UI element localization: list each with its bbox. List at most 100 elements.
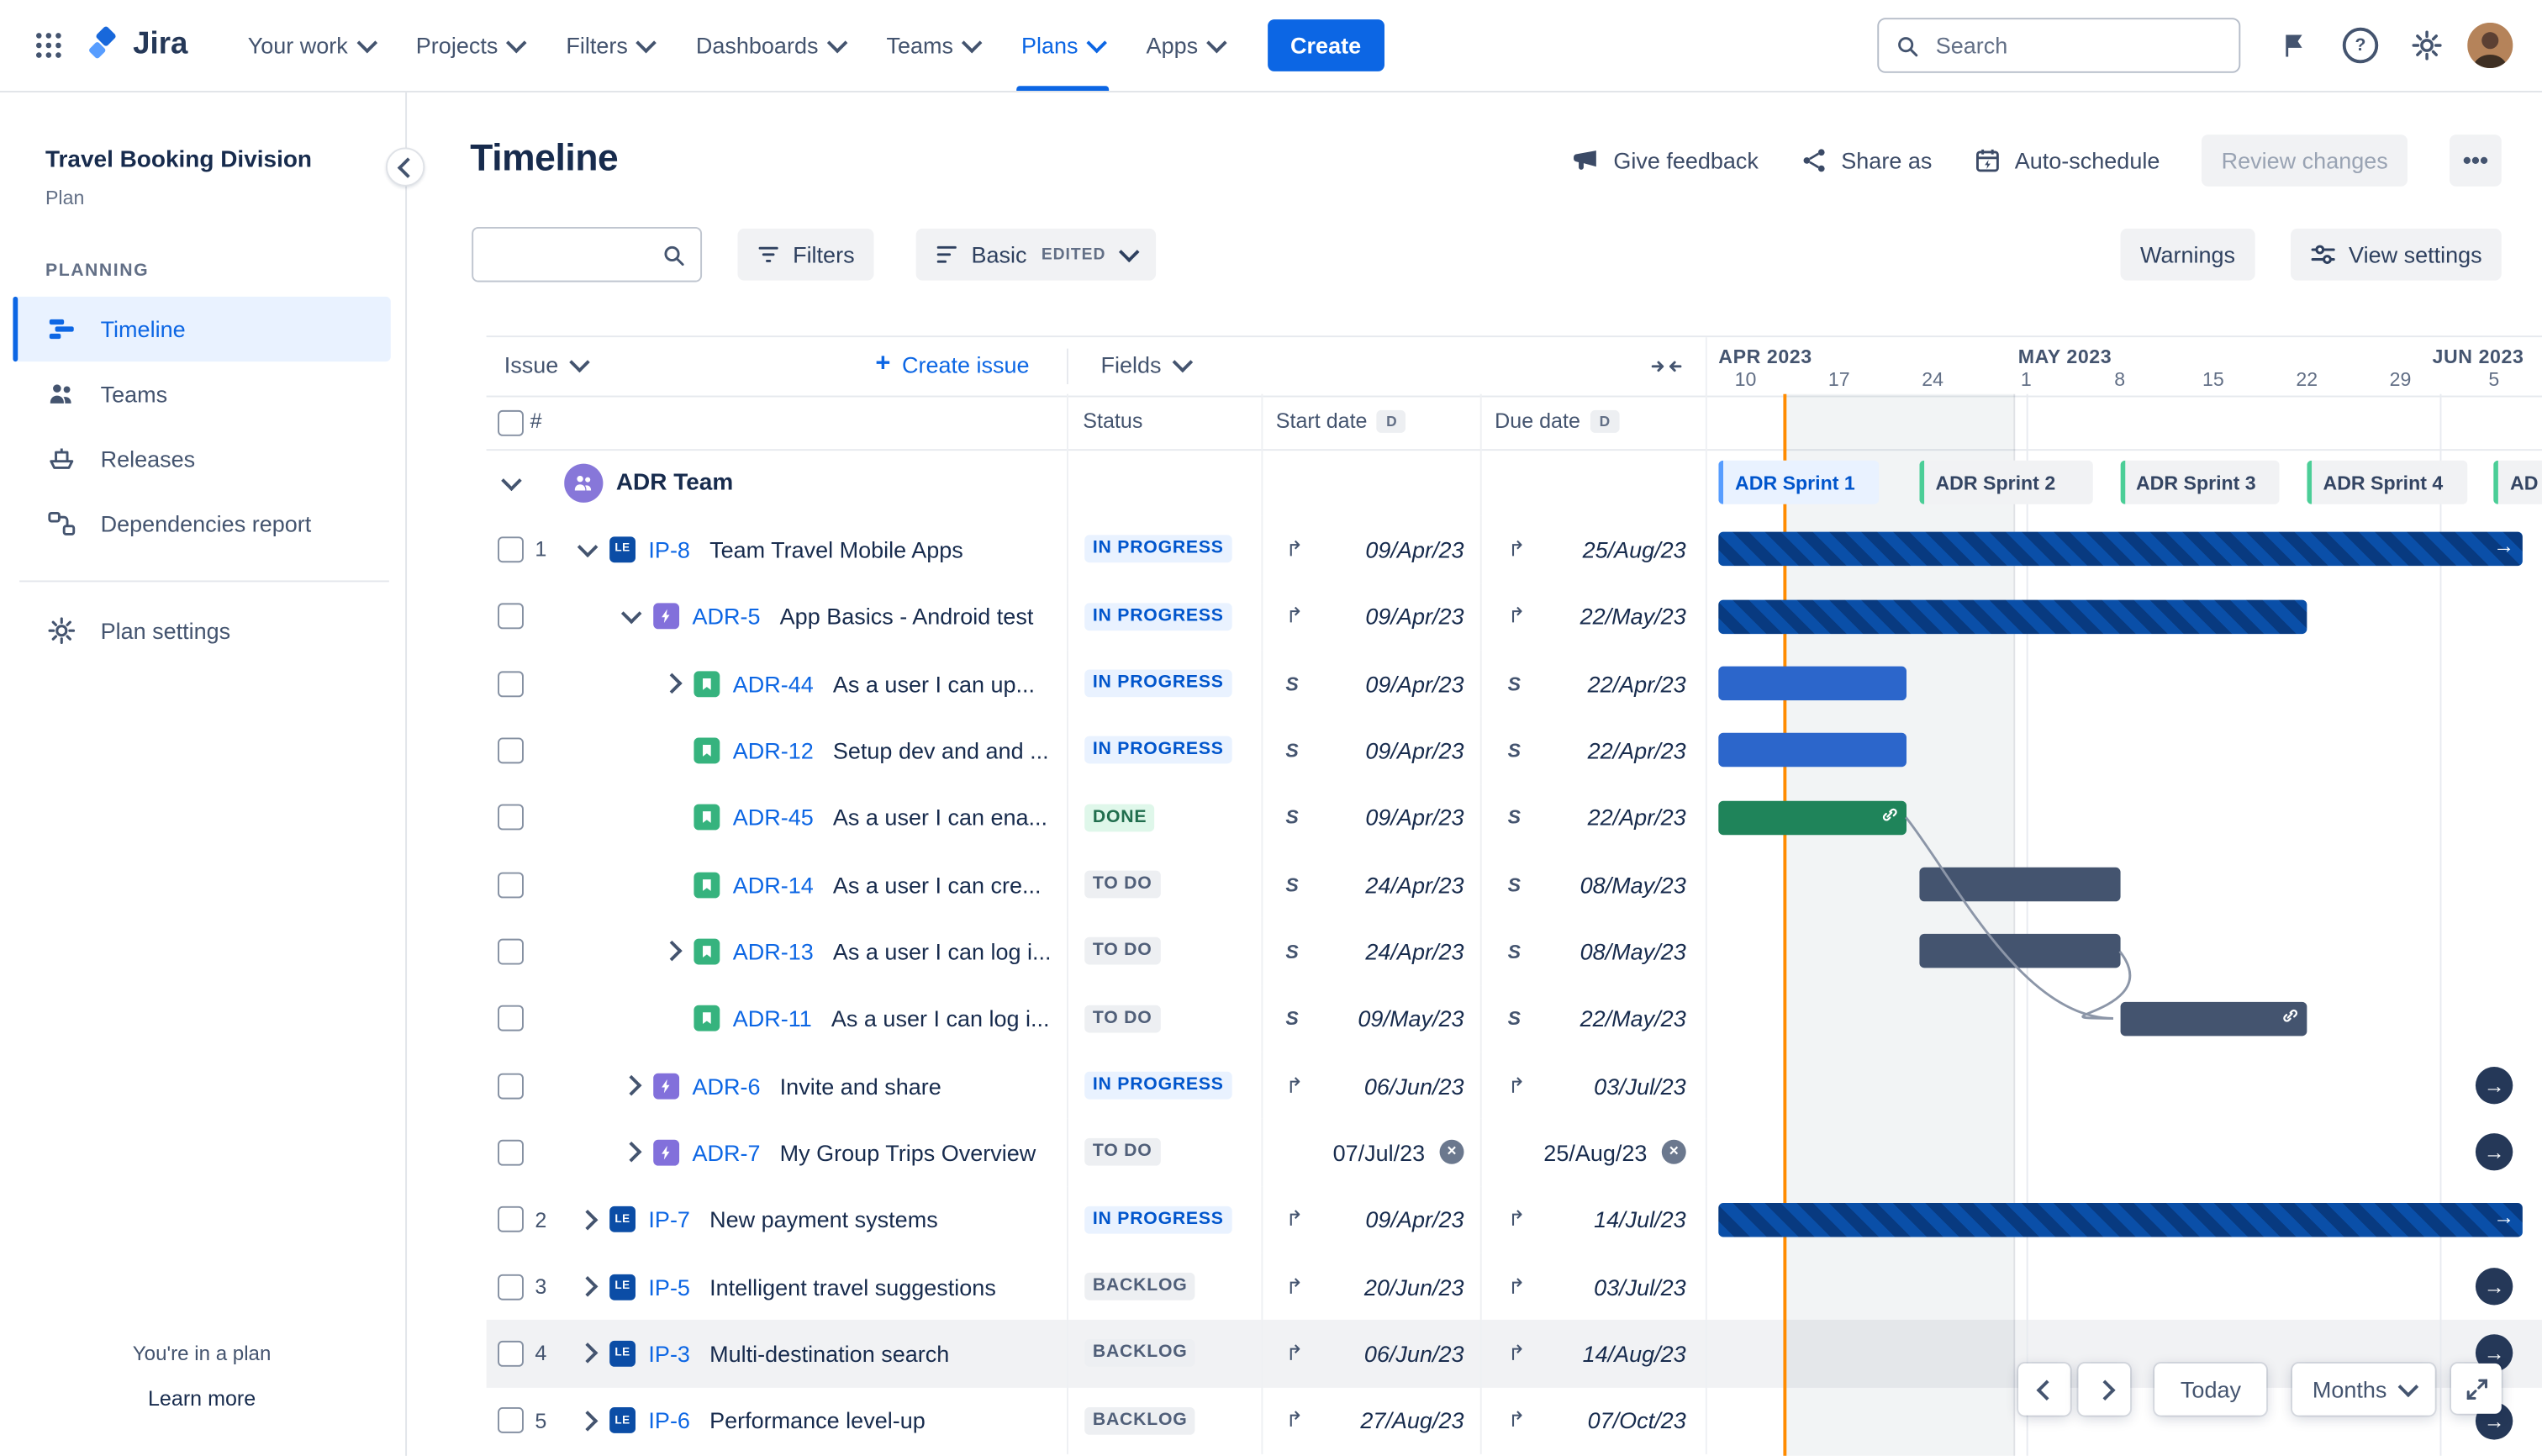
view-settings-button[interactable]: View settings [2290, 228, 2502, 281]
status-badge[interactable]: BACKLOG [1084, 1406, 1196, 1435]
search-input[interactable] [1932, 30, 2223, 61]
row-checkbox[interactable] [498, 1139, 524, 1166]
timeline-prev-button[interactable] [2018, 1363, 2070, 1416]
sprint-chip[interactable]: ADR Sprint 1 [1718, 460, 1880, 504]
scroll-to-bar-button[interactable]: → [2475, 1066, 2513, 1105]
gantt-bar-ip-7[interactable]: → [1718, 1202, 2523, 1237]
settings-gear-icon[interactable] [2401, 19, 2453, 71]
sprint-chip[interactable]: AD [2493, 460, 2542, 504]
issue-key-link[interactable]: ADR-14 [733, 872, 814, 898]
gantt-bar-adr-14[interactable] [1919, 867, 2120, 902]
status-badge[interactable]: IN PROGRESS [1084, 535, 1232, 564]
expander-collapsed-icon[interactable] [574, 1274, 600, 1300]
issue-key-link[interactable]: ADR-12 [733, 737, 814, 763]
nav-item-plans[interactable]: Plans [1000, 0, 1126, 91]
view-mode-button[interactable]: Basic EDITED [915, 228, 1157, 281]
gantt-bar-adr-13[interactable] [1919, 934, 2120, 968]
row-checkbox[interactable] [498, 604, 524, 630]
gantt-bar-adr-12[interactable] [1718, 733, 1906, 768]
sidebar-item-plan-settings[interactable]: Plan settings [13, 599, 390, 663]
fields-dropdown[interactable]: Fields [1100, 351, 1194, 377]
issue-key-link[interactable]: IP-6 [648, 1407, 690, 1433]
expander-expanded-icon[interactable] [574, 536, 600, 562]
warnings-button[interactable]: Warnings [2120, 228, 2255, 281]
scroll-to-bar-button[interactable]: → [2475, 1268, 2513, 1306]
timeline-fullscreen-button[interactable] [2450, 1363, 2502, 1414]
sprint-chip[interactable]: ADR Sprint 3 [2119, 460, 2281, 504]
gantt-bar-adr-11[interactable] [2119, 1001, 2307, 1036]
issue-key-link[interactable]: ADR-13 [733, 939, 814, 965]
create-button[interactable]: Create [1268, 19, 1384, 71]
sprint-chip[interactable]: ADR Sprint 4 [2307, 460, 2467, 504]
nav-item-your-work[interactable]: Your work [227, 0, 395, 91]
issue-key-link[interactable]: ADR-45 [733, 804, 814, 831]
column-header-due-date[interactable]: Due date D [1495, 409, 1620, 433]
gantt-bar-adr-44[interactable] [1718, 666, 1906, 701]
issue-key-link[interactable]: ADR-5 [692, 604, 760, 630]
row-checkbox[interactable] [498, 1407, 524, 1434]
gantt-bar-ip-8[interactable]: → [1718, 532, 2523, 567]
review-changes-button[interactable]: Review changes [2202, 135, 2408, 187]
row-checkbox[interactable] [498, 536, 524, 563]
auto-schedule-button[interactable]: Auto-schedule [1975, 147, 2160, 173]
notifications-flag-icon[interactable] [2268, 19, 2320, 71]
row-checkbox[interactable] [498, 804, 524, 831]
row-checkbox[interactable] [498, 1274, 524, 1300]
create-issue-button[interactable]: + Create issue [875, 351, 1029, 378]
row-checkbox[interactable] [498, 737, 524, 764]
row-checkbox[interactable] [498, 1340, 524, 1367]
status-badge[interactable]: TO DO [1084, 870, 1161, 899]
clear-date-icon[interactable]: × [1439, 1140, 1464, 1165]
issue-key-link[interactable]: ADR-6 [692, 1073, 760, 1099]
expander-collapsed-icon[interactable] [618, 1073, 644, 1099]
expander-collapsed-icon[interactable] [658, 671, 684, 697]
row-checkbox[interactable] [498, 938, 524, 965]
nav-item-projects[interactable]: Projects [395, 0, 546, 91]
sidebar-item-timeline[interactable]: Timeline [13, 296, 391, 362]
row-checkbox[interactable] [498, 670, 524, 697]
nav-item-teams[interactable]: Teams [865, 0, 1000, 91]
share-as-button[interactable]: Share as [1801, 147, 1932, 173]
status-badge[interactable]: TO DO [1084, 1138, 1161, 1167]
app-switcher-icon[interactable] [23, 19, 75, 71]
row-checkbox[interactable] [498, 1072, 524, 1099]
clear-date-icon[interactable]: × [1661, 1140, 1686, 1165]
nav-item-apps[interactable]: Apps [1125, 0, 1245, 91]
status-badge[interactable]: IN PROGRESS [1084, 1071, 1232, 1100]
sidebar-item-releases[interactable]: Releases [13, 426, 390, 491]
issue-column-dropdown[interactable]: Issue [504, 351, 591, 377]
timeline-next-button[interactable] [2078, 1363, 2131, 1416]
issue-key-link[interactable]: IP-3 [648, 1341, 690, 1367]
status-badge[interactable]: IN PROGRESS [1084, 669, 1232, 698]
expander-collapsed-icon[interactable] [574, 1341, 600, 1367]
issue-key-link[interactable]: IP-8 [648, 536, 690, 562]
timeline-search-field[interactable] [472, 226, 703, 282]
expander-collapsed-icon[interactable] [618, 1140, 644, 1166]
row-checkbox[interactable] [498, 871, 524, 898]
status-badge[interactable]: IN PROGRESS [1084, 603, 1232, 630]
sprint-chip[interactable]: ADR Sprint 2 [1919, 460, 2093, 504]
collapse-fields-icon[interactable] [1650, 355, 1683, 382]
global-search[interactable] [1877, 18, 2241, 73]
row-checkbox[interactable] [498, 1005, 524, 1032]
scroll-to-bar-button[interactable]: → [2475, 1133, 2513, 1172]
issue-key-link[interactable]: IP-5 [648, 1274, 690, 1300]
gantt-bar-adr-5[interactable] [1718, 599, 2307, 634]
issue-key-link[interactable]: ADR-11 [733, 1005, 812, 1031]
column-header-start-date[interactable]: Start date D [1276, 409, 1406, 433]
gantt-bar-adr-45[interactable] [1718, 800, 1906, 835]
status-badge[interactable]: IN PROGRESS [1084, 1205, 1232, 1234]
status-badge[interactable]: TO DO [1084, 937, 1161, 966]
dependency-link-icon[interactable] [2281, 1006, 2298, 1024]
collapse-sidebar-button[interactable] [385, 147, 425, 187]
expander-collapsed-icon[interactable] [574, 1407, 600, 1433]
nav-item-dashboards[interactable]: Dashboards [675, 0, 866, 91]
status-badge[interactable]: IN PROGRESS [1084, 736, 1232, 765]
sidebar-item-dependencies-report[interactable]: Dependencies report [13, 491, 390, 556]
filters-button[interactable]: Filters [737, 228, 874, 281]
issue-key-link[interactable]: ADR-44 [733, 671, 814, 697]
issue-key-link[interactable]: IP-7 [648, 1206, 690, 1232]
expander-collapsed-icon[interactable] [658, 939, 684, 965]
dependency-link-icon[interactable] [1880, 805, 1897, 823]
timeline-zoom-select[interactable]: Months [2292, 1363, 2436, 1416]
